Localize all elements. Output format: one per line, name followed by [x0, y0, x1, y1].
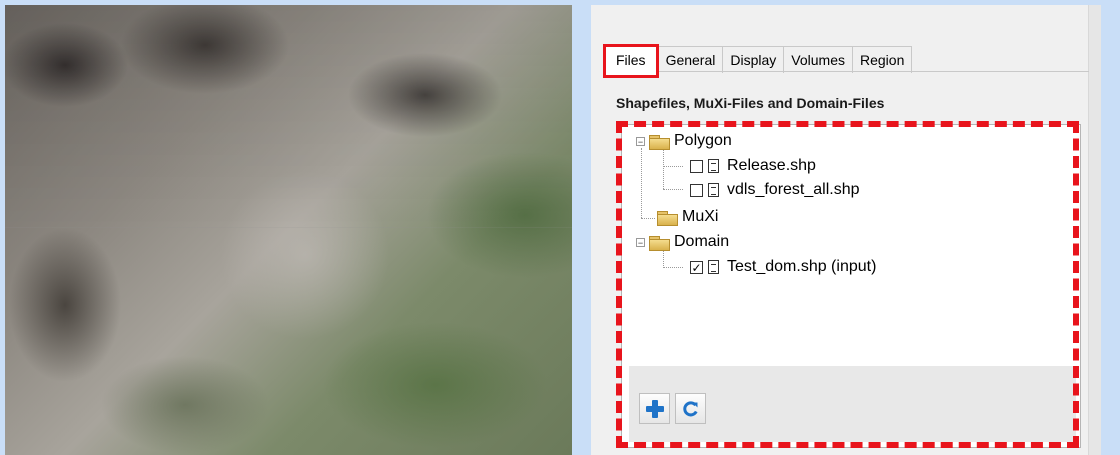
tree-line — [663, 149, 664, 189]
document-icon — [708, 159, 719, 173]
folder-icon — [648, 134, 670, 150]
section-title: Shapefiles, MuXi-Files and Domain-Files — [616, 95, 885, 111]
tree-line — [663, 166, 683, 167]
tree-line — [641, 148, 642, 218]
tree-node-domain[interactable]: − Domain — [636, 232, 729, 252]
tree-node-release[interactable]: Release.shp — [690, 156, 816, 176]
tree-node-label: vdls_forest_all.shp — [727, 181, 860, 198]
tree-node-label: Domain — [674, 233, 730, 250]
window-border — [1101, 5, 1120, 455]
add-file-button[interactable] — [639, 393, 670, 424]
refresh-icon — [682, 400, 698, 416]
tree-node-forest[interactable]: vdls_forest_all.shp — [690, 180, 860, 200]
collapse-icon[interactable]: − — [636, 136, 645, 146]
tab-general[interactable]: General — [657, 46, 724, 73]
folder-icon — [648, 235, 670, 251]
tree-line — [663, 267, 683, 268]
document-icon — [708, 183, 719, 197]
tree-node-label: Polygon — [674, 132, 732, 149]
testdom-checkbox[interactable]: ✓ — [690, 260, 703, 274]
refresh-button[interactable] — [675, 393, 706, 424]
tree-line — [663, 251, 664, 268]
tree-node-polygon[interactable]: − Polygon — [636, 131, 732, 151]
plus-icon — [645, 399, 664, 418]
tab-region[interactable]: Region — [851, 46, 913, 73]
splitter[interactable] — [572, 0, 591, 455]
collapse-icon[interactable]: − — [636, 237, 645, 247]
map-tile-overlay — [5, 5, 572, 228]
tree-node-label: Release.shp — [727, 157, 816, 174]
document-icon — [708, 260, 719, 274]
tree-node-testdom[interactable]: ✓ Test_dom.shp (input) — [690, 257, 876, 277]
tree-node-label: Test_dom.shp (input) — [727, 258, 877, 275]
tab-files[interactable]: Files — [603, 44, 659, 78]
tab-volumes[interactable]: Volumes — [783, 46, 853, 73]
tree-node-label: MuXi — [682, 208, 719, 225]
tree-node-muxi[interactable]: MuXi — [656, 207, 718, 227]
tree-line — [663, 189, 683, 190]
forest-checkbox[interactable] — [690, 183, 703, 197]
folder-icon — [656, 210, 678, 226]
tree-line — [641, 218, 655, 219]
tab-bar: Files General Display Volumes Region — [603, 44, 913, 78]
file-toolbar — [629, 366, 1076, 442]
tab-display[interactable]: Display — [722, 46, 785, 73]
release-checkbox[interactable] — [690, 159, 703, 173]
tab-divider — [603, 71, 1089, 72]
panel-scrollbar[interactable] — [1088, 5, 1102, 455]
